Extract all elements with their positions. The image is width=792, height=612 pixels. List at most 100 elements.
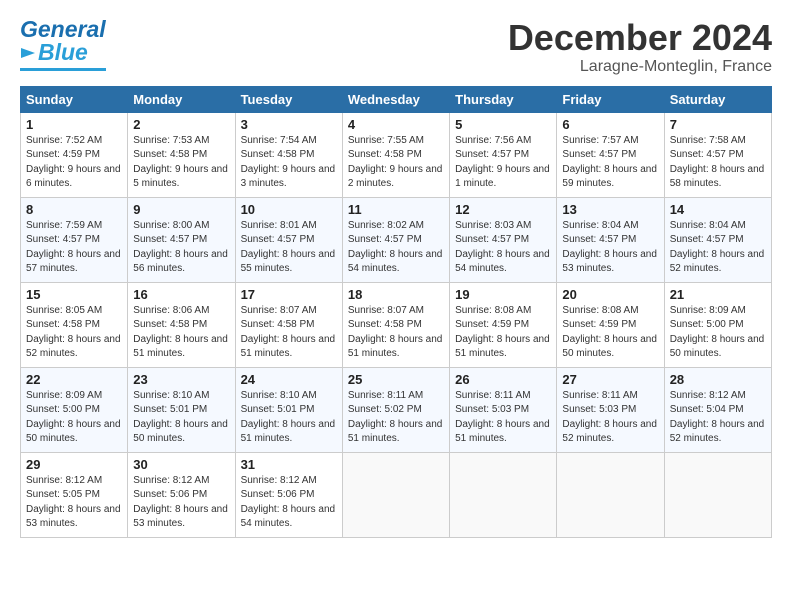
day-info: Sunrise: 7:54 AMSunset: 4:58 PMDaylight:… bbox=[241, 134, 337, 192]
calendar-cell: 16 Sunrise: 8:06 AMSunset: 4:58 PMDayligh… bbox=[128, 282, 235, 367]
day-of-week-header: Tuesday bbox=[235, 86, 342, 112]
day-number: 3 bbox=[241, 117, 337, 132]
day-info: Sunrise: 7:53 AMSunset: 4:58 PMDaylight:… bbox=[133, 134, 229, 192]
day-number: 10 bbox=[241, 202, 337, 217]
calendar-cell: 14Sunrise: 8:04 AMSunset: 4:57 PMDayligh… bbox=[664, 197, 771, 282]
day-number: 6 bbox=[562, 117, 658, 132]
day-info: Sunrise: 8:11 AMSunset: 5:03 PMDaylight:… bbox=[455, 389, 551, 447]
day-number: 16 bbox=[133, 287, 229, 302]
day-number: 12 bbox=[455, 202, 551, 217]
logo-text-block: General Blue bbox=[20, 18, 106, 71]
calendar-cell: 5 Sunrise: 7:56 AMSunset: 4:57 PMDaylight… bbox=[450, 112, 557, 197]
day-number: 9 bbox=[133, 202, 229, 217]
day-info: Sunrise: 8:12 AMSunset: 5:04 PMDaylight:… bbox=[670, 389, 766, 447]
day-info: Sunrise: 8:00 AMSunset: 4:57 PMDaylight:… bbox=[133, 219, 229, 277]
day-info: Sunrise: 8:01 AMSunset: 4:57 PMDaylight:… bbox=[241, 219, 337, 277]
day-info: Sunrise: 8:06 AMSunset: 4:58 PMDaylight:… bbox=[133, 304, 229, 362]
day-of-week-header: Saturday bbox=[664, 86, 771, 112]
day-info: Sunrise: 8:10 AMSunset: 5:01 PMDaylight:… bbox=[241, 389, 337, 447]
calendar-cell: 2Sunrise: 7:53 AMSunset: 4:58 PMDaylight… bbox=[128, 112, 235, 197]
logo-arrow-icon bbox=[20, 45, 36, 61]
day-info: Sunrise: 7:59 AMSunset: 4:57 PMDaylight:… bbox=[26, 219, 122, 277]
day-info: Sunrise: 8:03 AMSunset: 4:57 PMDaylight:… bbox=[455, 219, 551, 277]
calendar-week-row: 22 Sunrise: 8:09 AMSunset: 5:00 PMDayligh… bbox=[21, 367, 772, 452]
day-number: 4 bbox=[348, 117, 444, 132]
day-number: 8 bbox=[26, 202, 122, 217]
calendar-cell: 9 Sunrise: 8:00 AMSunset: 4:57 PMDaylight… bbox=[128, 197, 235, 282]
calendar-cell: 18Sunrise: 8:07 AMSunset: 4:58 PMDayligh… bbox=[342, 282, 449, 367]
calendar-cell: 3 Sunrise: 7:54 AMSunset: 4:58 PMDaylight… bbox=[235, 112, 342, 197]
logo-general: General bbox=[20, 18, 106, 41]
calendar-table: SundayMondayTuesdayWednesdayThursdayFrid… bbox=[20, 86, 772, 538]
calendar-cell: 6 Sunrise: 7:57 AMSunset: 4:57 PMDaylight… bbox=[557, 112, 664, 197]
calendar-week-row: 1 Sunrise: 7:52 AMSunset: 4:59 PMDaylight… bbox=[21, 112, 772, 197]
header: General Blue December 2024 Laragne-Monte… bbox=[20, 18, 772, 76]
calendar-week-row: 8 Sunrise: 7:59 AMSunset: 4:57 PMDaylight… bbox=[21, 197, 772, 282]
day-number: 14 bbox=[670, 202, 766, 217]
day-number: 23 bbox=[133, 372, 229, 387]
day-info: Sunrise: 7:56 AMSunset: 4:57 PMDaylight:… bbox=[455, 134, 551, 192]
calendar-cell: 1 Sunrise: 7:52 AMSunset: 4:59 PMDaylight… bbox=[21, 112, 128, 197]
day-of-week-header: Friday bbox=[557, 86, 664, 112]
calendar-week-row: 15Sunrise: 8:05 AMSunset: 4:58 PMDayligh… bbox=[21, 282, 772, 367]
calendar-cell: 4 Sunrise: 7:55 AMSunset: 4:58 PMDaylight… bbox=[342, 112, 449, 197]
calendar-cell: 30 Sunrise: 8:12 AMSunset: 5:06 PMDayligh… bbox=[128, 452, 235, 537]
day-number: 21 bbox=[670, 287, 766, 302]
calendar-cell bbox=[664, 452, 771, 537]
logo-blue: Blue bbox=[38, 39, 88, 66]
calendar-cell: 8 Sunrise: 7:59 AMSunset: 4:57 PMDaylight… bbox=[21, 197, 128, 282]
day-info: Sunrise: 8:11 AMSunset: 5:02 PMDaylight:… bbox=[348, 389, 444, 447]
day-number: 19 bbox=[455, 287, 551, 302]
calendar-header-row: SundayMondayTuesdayWednesdayThursdayFrid… bbox=[21, 86, 772, 112]
location-title: Laragne-Monteglin, France bbox=[508, 58, 772, 76]
day-number: 20 bbox=[562, 287, 658, 302]
day-number: 13 bbox=[562, 202, 658, 217]
day-info: Sunrise: 8:10 AMSunset: 5:01 PMDaylight:… bbox=[133, 389, 229, 447]
logo-blue-row: Blue bbox=[20, 39, 106, 66]
day-info: Sunrise: 8:07 AMSunset: 4:58 PMDaylight:… bbox=[241, 304, 337, 362]
calendar-cell bbox=[342, 452, 449, 537]
day-of-week-header: Sunday bbox=[21, 86, 128, 112]
logo-underline bbox=[20, 68, 106, 71]
title-block: December 2024 Laragne-Monteglin, France bbox=[508, 18, 772, 76]
day-info: Sunrise: 8:05 AMSunset: 4:58 PMDaylight:… bbox=[26, 304, 122, 362]
calendar-cell: 26 Sunrise: 8:11 AMSunset: 5:03 PMDayligh… bbox=[450, 367, 557, 452]
day-number: 24 bbox=[241, 372, 337, 387]
calendar-cell: 7 Sunrise: 7:58 AMSunset: 4:57 PMDaylight… bbox=[664, 112, 771, 197]
day-number: 26 bbox=[455, 372, 551, 387]
day-number: 28 bbox=[670, 372, 766, 387]
calendar-cell: 19 Sunrise: 8:08 AMSunset: 4:59 PMDayligh… bbox=[450, 282, 557, 367]
day-of-week-header: Wednesday bbox=[342, 86, 449, 112]
day-info: Sunrise: 8:09 AMSunset: 5:00 PMDaylight:… bbox=[26, 389, 122, 447]
calendar-cell: 15Sunrise: 8:05 AMSunset: 4:58 PMDayligh… bbox=[21, 282, 128, 367]
calendar-page: General Blue December 2024 Laragne-Monte… bbox=[0, 0, 792, 612]
day-info: Sunrise: 8:08 AMSunset: 4:59 PMDaylight:… bbox=[562, 304, 658, 362]
day-info: Sunrise: 8:07 AMSunset: 4:58 PMDaylight:… bbox=[348, 304, 444, 362]
calendar-cell: 22 Sunrise: 8:09 AMSunset: 5:00 PMDayligh… bbox=[21, 367, 128, 452]
day-info: Sunrise: 8:12 AMSunset: 5:06 PMDaylight:… bbox=[133, 474, 229, 532]
day-info: Sunrise: 8:04 AMSunset: 4:57 PMDaylight:… bbox=[562, 219, 658, 277]
day-of-week-header: Monday bbox=[128, 86, 235, 112]
calendar-cell bbox=[450, 452, 557, 537]
calendar-cell bbox=[557, 452, 664, 537]
day-number: 1 bbox=[26, 117, 122, 132]
calendar-cell: 23 Sunrise: 8:10 AMSunset: 5:01 PMDayligh… bbox=[128, 367, 235, 452]
day-number: 30 bbox=[133, 457, 229, 472]
day-number: 7 bbox=[670, 117, 766, 132]
month-title: December 2024 bbox=[508, 18, 772, 58]
calendar-cell: 13 Sunrise: 8:04 AMSunset: 4:57 PMDayligh… bbox=[557, 197, 664, 282]
logo: General Blue bbox=[20, 18, 106, 71]
day-number: 27 bbox=[562, 372, 658, 387]
logo-container: General Blue bbox=[20, 18, 106, 71]
day-info: Sunrise: 7:58 AMSunset: 4:57 PMDaylight:… bbox=[670, 134, 766, 192]
calendar-cell: 28 Sunrise: 8:12 AMSunset: 5:04 PMDayligh… bbox=[664, 367, 771, 452]
calendar-cell: 25Sunrise: 8:11 AMSunset: 5:02 PMDayligh… bbox=[342, 367, 449, 452]
day-info: Sunrise: 7:57 AMSunset: 4:57 PMDaylight:… bbox=[562, 134, 658, 192]
day-info: Sunrise: 7:52 AMSunset: 4:59 PMDaylight:… bbox=[26, 134, 122, 192]
day-info: Sunrise: 8:02 AMSunset: 4:57 PMDaylight:… bbox=[348, 219, 444, 277]
day-info: Sunrise: 7:55 AMSunset: 4:58 PMDaylight:… bbox=[348, 134, 444, 192]
day-number: 17 bbox=[241, 287, 337, 302]
day-number: 5 bbox=[455, 117, 551, 132]
day-number: 22 bbox=[26, 372, 122, 387]
day-info: Sunrise: 8:08 AMSunset: 4:59 PMDaylight:… bbox=[455, 304, 551, 362]
